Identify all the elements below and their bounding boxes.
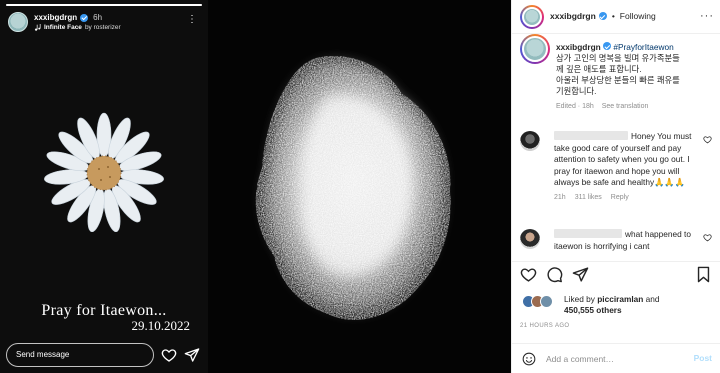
post-actions: [520, 266, 712, 286]
story-header: xxxibgdrgn 6h Infinite Face by rosterize…: [8, 10, 202, 36]
verified-icon: [598, 12, 607, 20]
comment-text: what happened to itaewon is horrifying i…: [554, 229, 698, 252]
post-image[interactable]: [208, 0, 511, 373]
more-options-icon[interactable]: ···: [700, 10, 714, 22]
following-button[interactable]: Following: [620, 11, 656, 21]
comment-likes[interactable]: 311 likes: [575, 194, 602, 201]
likes-count[interactable]: 450,555 others: [564, 305, 622, 315]
liked-by-prefix: Liked by: [564, 294, 595, 304]
edited-label: Edited · 18h: [556, 103, 594, 110]
header-dot: •: [611, 11, 615, 21]
liker-avatars: [522, 295, 558, 309]
daisy-illustration: [44, 112, 164, 233]
music-note-icon: [34, 24, 41, 31]
comment-time: 21h: [554, 193, 566, 201]
music-artist: by rosterizer: [84, 24, 121, 31]
story-avatar[interactable]: [8, 12, 28, 32]
redacted-username: [554, 229, 622, 238]
caption-meta: Edited · 18h See translation: [556, 103, 712, 110]
verified-icon: [603, 42, 612, 50]
white-powder-cloud-image: [208, 0, 511, 373]
comment-first-word: what happened to: [625, 229, 691, 239]
story-username-row[interactable]: xxxibgdrgn 6h: [34, 13, 102, 22]
caption: xxxibgdrgn #PrayforItaewon 삼가 고인의 명복을 빌며…: [512, 34, 720, 110]
header-avatar[interactable]: [522, 7, 542, 27]
caption-line: 께 깊은 애도를 표합니다.: [556, 64, 642, 74]
bookmark-icon[interactable]: [695, 266, 712, 283]
caption-line: 기원합니다.: [556, 86, 597, 96]
post-header: xxxibgdrgn • Following ···: [512, 0, 720, 34]
liked-by-user[interactable]: picciramlan: [597, 294, 643, 304]
send-icon[interactable]: [184, 347, 200, 363]
liker-avatar[interactable]: [540, 295, 553, 308]
music-song: Infinite Face: [44, 24, 82, 31]
post-timestamp[interactable]: 21 HOURS AGO: [520, 323, 569, 329]
caption-line: 아울러 부상당한 분들의 빠른 쾌유를: [556, 75, 680, 85]
verified-icon: [80, 13, 89, 22]
heart-icon[interactable]: [161, 347, 177, 363]
comment: Honey You must take good care of yoursel…: [520, 131, 712, 201]
comment-text: Honey You must take good care of yoursel…: [554, 131, 698, 189]
post-button[interactable]: Post: [694, 353, 712, 363]
comment-avatar[interactable]: [520, 229, 540, 249]
comment-reply-button[interactable]: Reply: [611, 194, 629, 201]
share-icon[interactable]: [572, 266, 589, 283]
comment: what happened to itaewon is horrifying i…: [520, 229, 712, 252]
comment-avatar[interactable]: [520, 131, 540, 151]
comment-first-word: Honey: [631, 131, 655, 141]
comment-like-icon[interactable]: [703, 135, 712, 144]
see-translation-link[interactable]: See translation: [602, 103, 649, 110]
story-progress-bar: [6, 4, 202, 6]
likes-summary: Liked by picciramlan and 450,555 others: [520, 294, 712, 316]
header-username[interactable]: xxxibgdrgn: [550, 11, 596, 21]
caption-text: xxxibgdrgn #PrayforItaewon 삼가 고인의 명복을 빌며…: [556, 42, 712, 97]
comment-meta: 21h 311 likes Reply: [554, 194, 712, 201]
caption-username[interactable]: xxxibgdrgn: [556, 42, 601, 52]
story-time: 6h: [93, 13, 103, 22]
caption-hashtag[interactable]: #PrayforItaewon: [613, 42, 673, 52]
comment-rest: itaewon is horrifying i cant: [554, 240, 650, 251]
story-date: 29.10.2022: [131, 318, 191, 333]
comment-icon[interactable]: [546, 266, 563, 283]
divider: [512, 261, 720, 262]
emoji-icon[interactable]: [522, 352, 536, 366]
send-message-input[interactable]: Send message: [6, 343, 154, 367]
story-username[interactable]: xxxibgdrgn: [34, 13, 77, 22]
likes-text: Liked by picciramlan and 450,555 others: [564, 294, 660, 316]
story-footer: Send message: [6, 343, 202, 367]
story-more-icon[interactable]: ⋮: [186, 13, 198, 27]
comment-input[interactable]: [546, 352, 686, 366]
comment-like-icon[interactable]: [703, 233, 712, 242]
story-music[interactable]: Infinite Face by rosterizer: [34, 24, 121, 31]
story-viewer: xxxibgdrgn 6h Infinite Face by rosterize…: [0, 0, 208, 373]
header-username-row: xxxibgdrgn • Following: [550, 11, 656, 21]
caption-avatar[interactable]: [522, 36, 548, 62]
liked-by-and: and: [645, 294, 660, 304]
redacted-username: [554, 131, 628, 140]
post-details-panel: xxxibgdrgn • Following ··· xxxibgdrgn #P…: [511, 0, 720, 373]
story-progress-fill: [6, 4, 202, 6]
like-icon[interactable]: [520, 266, 537, 283]
add-comment-bar: Post: [512, 343, 720, 373]
caption-line: 삼가 고인의 명복을 빌며 유가족분들: [556, 53, 680, 63]
